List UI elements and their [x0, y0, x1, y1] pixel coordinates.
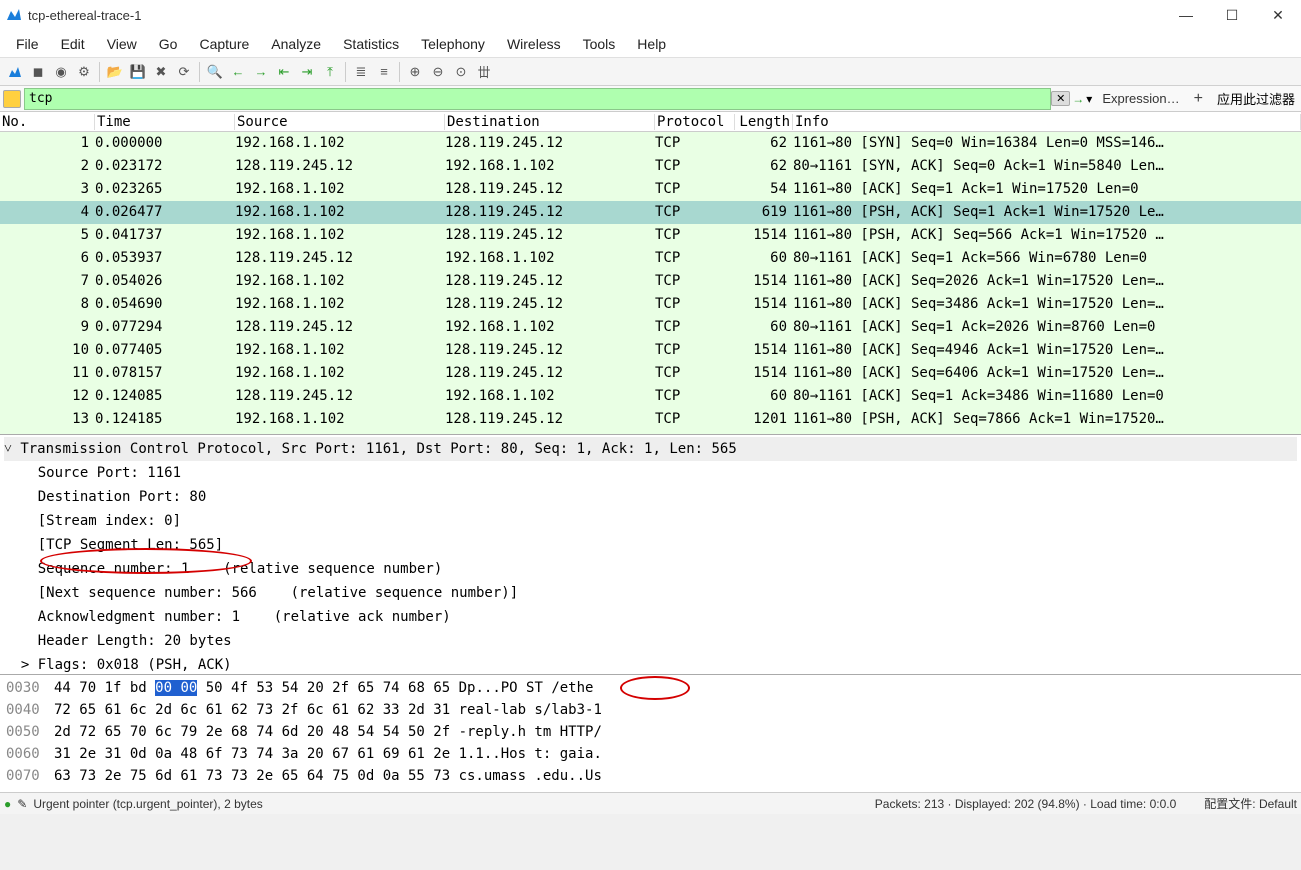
- display-filter-input[interactable]: [24, 88, 1051, 110]
- col-destination[interactable]: Destination: [445, 114, 655, 130]
- go-to-packet-icon[interactable]: ⇤: [273, 61, 295, 83]
- col-source[interactable]: Source: [235, 114, 445, 130]
- packet-bytes[interactable]: 003044 70 1f bd 00 00 50 4f 53 54 20 2f …: [0, 674, 1301, 792]
- details-line[interactable]: Sequence number: 1 (relative sequence nu…: [4, 557, 1297, 581]
- add-filter-button[interactable]: +: [1186, 90, 1211, 108]
- hex-line[interactable]: 006031 2e 31 0d 0a 48 6f 73 74 3a 20 67 …: [6, 743, 1295, 765]
- table-row[interactable]: 70.054026192.168.1.102128.119.245.12TCP1…: [0, 270, 1301, 293]
- hex-line[interactable]: 003044 70 1f bd 00 00 50 4f 53 54 20 2f …: [6, 677, 1295, 699]
- details-line[interactable]: Destination Port: 80: [4, 485, 1297, 509]
- col-length[interactable]: Length: [735, 114, 793, 130]
- go-last-icon[interactable]: ⤒: [319, 61, 341, 83]
- col-no[interactable]: No.: [0, 114, 95, 130]
- status-profile[interactable]: 配置文件: Default: [1204, 795, 1297, 812]
- go-forward-icon[interactable]: →: [250, 61, 272, 83]
- table-row[interactable]: 120.124085128.119.245.12192.168.1.102TCP…: [0, 385, 1301, 408]
- zoom-out-icon[interactable]: ⊖: [427, 61, 449, 83]
- find-icon[interactable]: 🔍: [204, 61, 226, 83]
- menu-edit[interactable]: Edit: [51, 33, 95, 55]
- titlebar: tcp-ethereal-trace-1 — ☐ ✕: [0, 0, 1301, 30]
- filter-bar: ✕ → ▾ Expression… + 应用此过滤器: [0, 86, 1301, 112]
- table-row[interactable]: 130.124185192.168.1.102128.119.245.12TCP…: [0, 408, 1301, 431]
- stop-capture-icon[interactable]: ◼: [27, 61, 49, 83]
- wireshark-icon: [6, 7, 22, 23]
- menu-analyze[interactable]: Analyze: [261, 33, 331, 55]
- close-file-icon[interactable]: ✖: [150, 61, 172, 83]
- table-row[interactable]: 90.077294128.119.245.12192.168.1.102TCP6…: [0, 316, 1301, 339]
- details-line[interactable]: Header Length: 20 bytes: [4, 629, 1297, 653]
- go-first-icon[interactable]: ⇥: [296, 61, 318, 83]
- statusbar: ● ✎ Urgent pointer (tcp.urgent_pointer),…: [0, 792, 1301, 814]
- go-back-icon[interactable]: ←: [227, 61, 249, 83]
- packet-list-header: No. Time Source Destination Protocol Len…: [0, 112, 1301, 132]
- menu-go[interactable]: Go: [149, 33, 188, 55]
- menu-wireless[interactable]: Wireless: [497, 33, 571, 55]
- details-line[interactable]: [Stream index: 0]: [4, 509, 1297, 533]
- zoom-reset-icon[interactable]: ⊙: [450, 61, 472, 83]
- table-row[interactable]: 100.077405192.168.1.102128.119.245.12TCP…: [0, 339, 1301, 362]
- expert-info-icon[interactable]: ✎: [17, 797, 27, 811]
- details-line[interactable]: [TCP Segment Len: 565]: [4, 533, 1297, 557]
- col-time[interactable]: Time: [95, 114, 235, 130]
- apply-arrow-icon[interactable]: →: [1072, 92, 1084, 106]
- menu-help[interactable]: Help: [627, 33, 676, 55]
- col-protocol[interactable]: Protocol: [655, 114, 735, 130]
- hex-line[interactable]: 007063 73 2e 75 6d 61 73 73 2e 65 64 75 …: [6, 765, 1295, 787]
- table-row[interactable]: 20.023172128.119.245.12192.168.1.102TCP6…: [0, 155, 1301, 178]
- auto-scroll-icon[interactable]: ≣: [350, 61, 372, 83]
- menu-telephony[interactable]: Telephony: [411, 33, 495, 55]
- restart-capture-icon[interactable]: ◉: [50, 61, 72, 83]
- status-bullet-icon: ●: [4, 797, 11, 811]
- close-button[interactable]: ✕: [1255, 0, 1301, 30]
- maximize-button[interactable]: ☐: [1209, 0, 1255, 30]
- col-info[interactable]: Info: [793, 114, 1301, 130]
- minimize-button[interactable]: —: [1163, 0, 1209, 30]
- hex-line[interactable]: 004072 65 61 6c 2d 6c 61 62 73 2f 6c 61 …: [6, 699, 1295, 721]
- details-line[interactable]: [Next sequence number: 566 (relative seq…: [4, 581, 1297, 605]
- reload-icon[interactable]: ⟳: [173, 61, 195, 83]
- resize-columns-icon[interactable]: 丗: [473, 61, 495, 83]
- packet-list[interactable]: 10.000000192.168.1.102128.119.245.12TCP6…: [0, 132, 1301, 434]
- filter-dropdown-icon[interactable]: ▾: [1086, 92, 1092, 106]
- table-row[interactable]: 60.053937128.119.245.12192.168.1.102TCP6…: [0, 247, 1301, 270]
- table-row[interactable]: 40.026477192.168.1.102128.119.245.12TCP6…: [0, 201, 1301, 224]
- details-line[interactable]: Acknowledgment number: 1 (relative ack n…: [4, 605, 1297, 629]
- table-row[interactable]: 30.023265192.168.1.102128.119.245.12TCP5…: [0, 178, 1301, 201]
- menubar: File Edit View Go Capture Analyze Statis…: [0, 30, 1301, 58]
- packet-details[interactable]: ˅ Transmission Control Protocol, Src Por…: [0, 434, 1301, 674]
- capture-options-icon[interactable]: ⚙: [73, 61, 95, 83]
- menu-view[interactable]: View: [97, 33, 147, 55]
- expression-button[interactable]: Expression…: [1096, 91, 1185, 106]
- status-packets: Packets: 213 · Displayed: 202 (94.8%) · …: [875, 797, 1177, 811]
- colorize-icon[interactable]: ≡: [373, 61, 395, 83]
- details-line[interactable]: > Flags: 0x018 (PSH, ACK): [4, 653, 1297, 674]
- toolbar: ◼ ◉ ⚙ 📂 💾 ✖ ⟳ 🔍 ← → ⇤ ⇥ ⤒ ≣ ≡ ⊕ ⊖ ⊙ 丗: [0, 58, 1301, 86]
- menu-tools[interactable]: Tools: [573, 33, 626, 55]
- open-file-icon[interactable]: 📂: [104, 61, 126, 83]
- table-row[interactable]: 80.054690192.168.1.102128.119.245.12TCP1…: [0, 293, 1301, 316]
- status-field: Urgent pointer (tcp.urgent_pointer), 2 b…: [33, 797, 262, 811]
- table-row[interactable]: 50.041737192.168.1.102128.119.245.12TCP1…: [0, 224, 1301, 247]
- details-line[interactable]: Source Port: 1161: [4, 461, 1297, 485]
- zoom-in-icon[interactable]: ⊕: [404, 61, 426, 83]
- details-header[interactable]: ˅ Transmission Control Protocol, Src Por…: [4, 437, 1297, 461]
- start-capture-icon[interactable]: [4, 61, 26, 83]
- table-row[interactable]: 110.078157192.168.1.102128.119.245.12TCP…: [0, 362, 1301, 385]
- table-row[interactable]: 10.000000192.168.1.102128.119.245.12TCP6…: [0, 132, 1301, 155]
- apply-filter-label[interactable]: 应用此过滤器: [1211, 89, 1301, 108]
- menu-capture[interactable]: Capture: [189, 33, 259, 55]
- clear-filter-icon[interactable]: ✕: [1051, 91, 1070, 106]
- window-title: tcp-ethereal-trace-1: [28, 8, 1163, 23]
- save-file-icon[interactable]: 💾: [127, 61, 149, 83]
- bookmark-icon[interactable]: [3, 90, 21, 108]
- menu-file[interactable]: File: [6, 33, 49, 55]
- hex-line[interactable]: 00502d 72 65 70 6c 79 2e 68 74 6d 20 48 …: [6, 721, 1295, 743]
- menu-statistics[interactable]: Statistics: [333, 33, 409, 55]
